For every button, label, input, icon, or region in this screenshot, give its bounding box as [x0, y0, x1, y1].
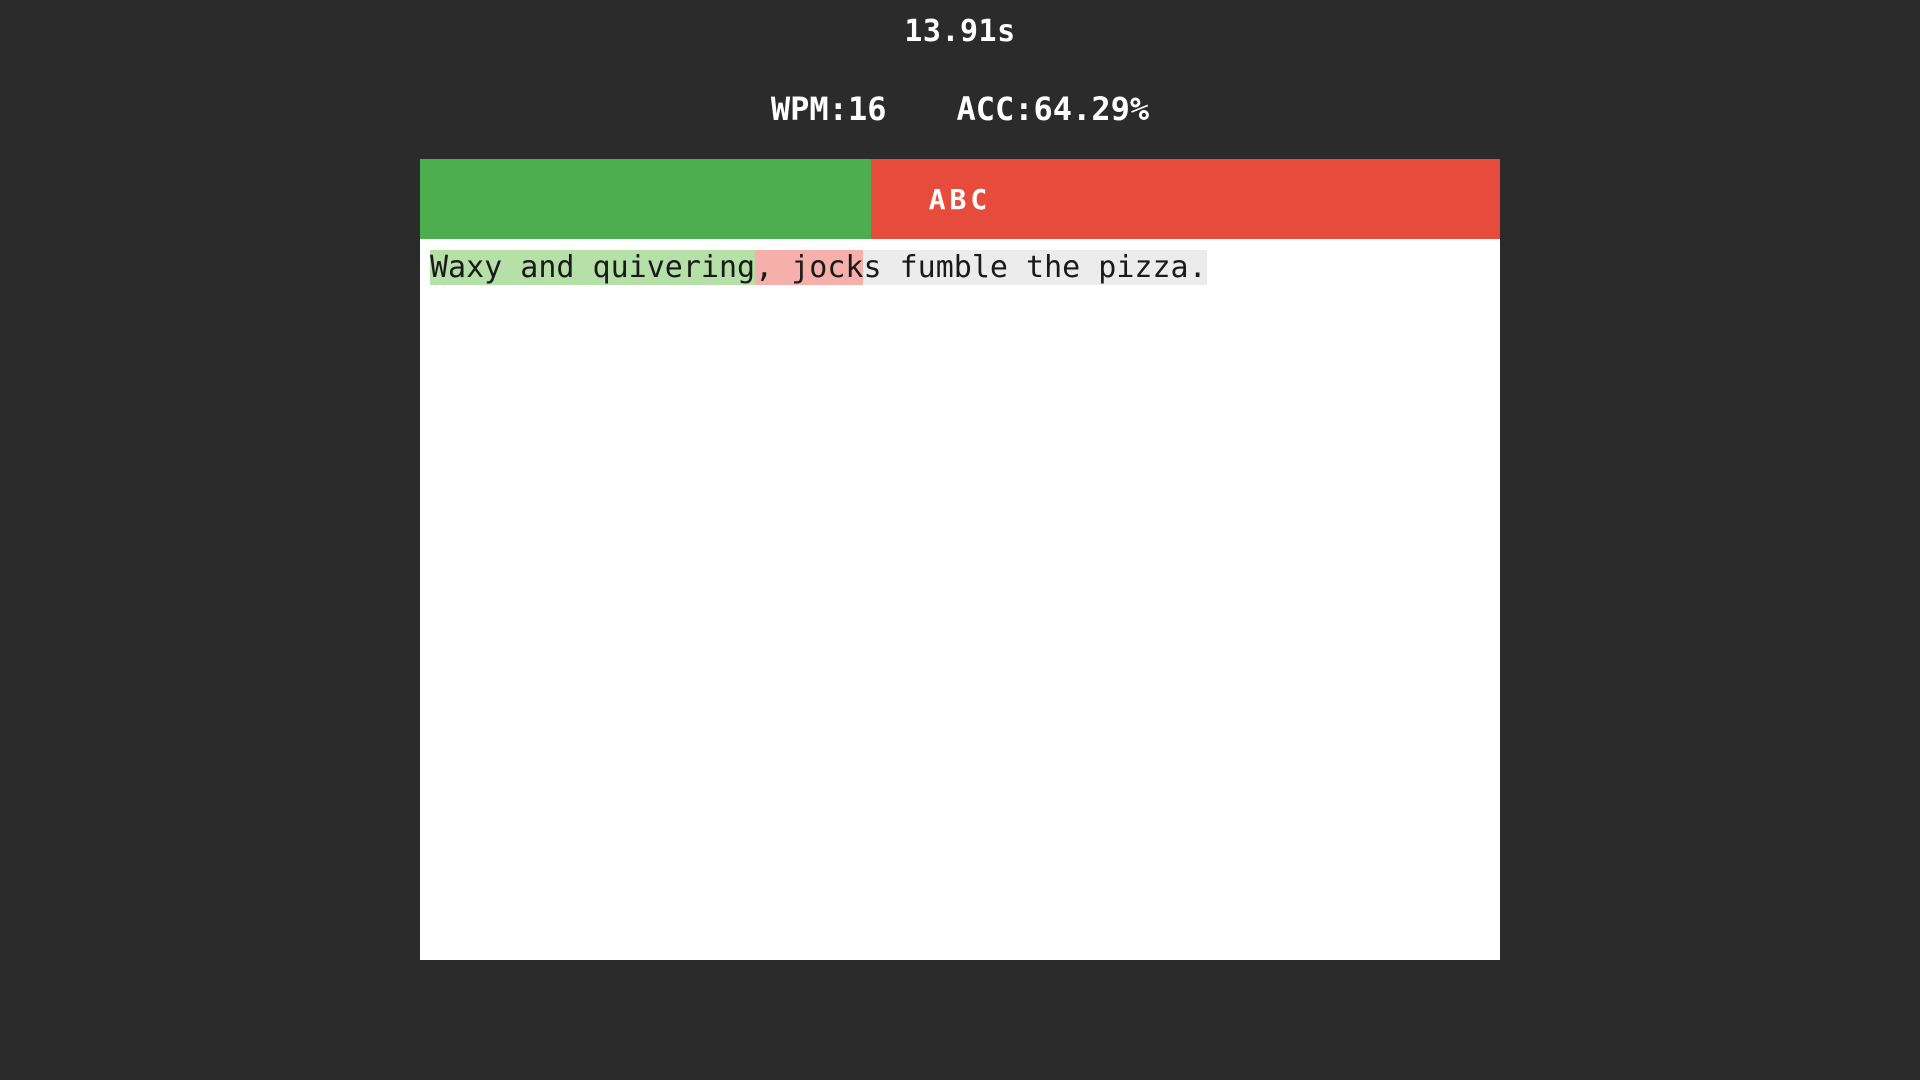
typed-pending: s fumble the pizza.	[863, 250, 1206, 285]
typing-text[interactable]: Waxy and quivering, jocks fumble the piz…	[420, 239, 1500, 287]
elapsed-timer: 13.91s	[0, 14, 1920, 49]
wpm-label: WPM:	[771, 90, 848, 128]
stats-bar: WPM:16 ACC:64.29%	[0, 90, 1920, 128]
typing-panel: ABC Waxy and quivering, jocks fumble the…	[420, 159, 1500, 960]
wpm-value: 16	[848, 90, 887, 128]
progress-bar: ABC	[420, 159, 1500, 239]
typed-correct: Waxy and quivering	[430, 250, 755, 285]
acc-value: 64.29%	[1034, 90, 1150, 128]
typed-incorrect: , jock	[755, 250, 863, 285]
progress-bar-fill	[420, 159, 871, 239]
acc-label: ACC:	[956, 90, 1033, 128]
